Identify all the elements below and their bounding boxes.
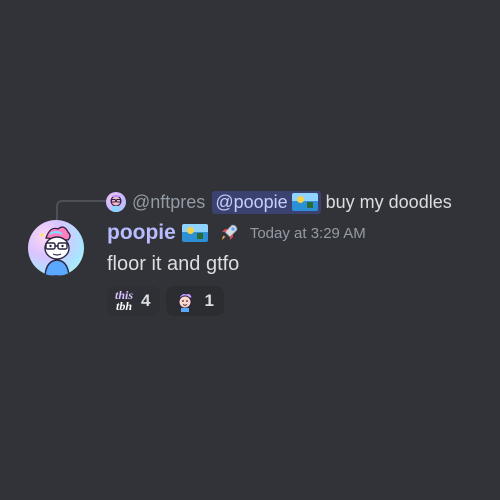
reply-content[interactable]: buy my doodles <box>326 192 452 213</box>
emoji-text-bottom: tbh <box>116 299 133 313</box>
rocket-icon[interactable] <box>218 222 240 244</box>
doodle-face-emoji-icon <box>174 290 196 312</box>
reply-author[interactable]: @nftpres <box>132 192 205 213</box>
username[interactable]: poopie <box>107 221 176 245</box>
this-tbh-emoji-icon: this tbh <box>115 289 133 313</box>
mention-text: @poopie <box>215 191 288 212</box>
reaction-doodle-face[interactable]: 1 <box>166 286 224 316</box>
chat-view: @nftpres @poopie buy my doodles poopie T… <box>0 0 500 500</box>
reply-avatar[interactable] <box>106 192 126 212</box>
reply-preview[interactable]: @nftpres @poopie buy my doodles <box>106 188 452 216</box>
user-mention[interactable]: @poopie <box>212 190 321 214</box>
reply-connector <box>56 200 106 222</box>
message-header: poopie Today at 3:29 AM <box>107 219 366 247</box>
reaction-count: 1 <box>204 291 214 310</box>
reaction-count: 4 <box>141 291 151 310</box>
reaction-this-tbh[interactable]: this tbh 4 <box>107 286 161 316</box>
landscape-flag-icon <box>181 224 208 242</box>
avatar[interactable] <box>28 220 84 276</box>
landscape-flag-icon <box>291 193 318 211</box>
timestamp[interactable]: Today at 3:29 AM <box>250 225 366 242</box>
chat-message[interactable]: @nftpres @poopie buy my doodles poopie T… <box>0 186 500 318</box>
message-content: floor it and gtfo <box>107 253 240 275</box>
reactions-bar: this tbh 4 1 <box>107 286 224 316</box>
